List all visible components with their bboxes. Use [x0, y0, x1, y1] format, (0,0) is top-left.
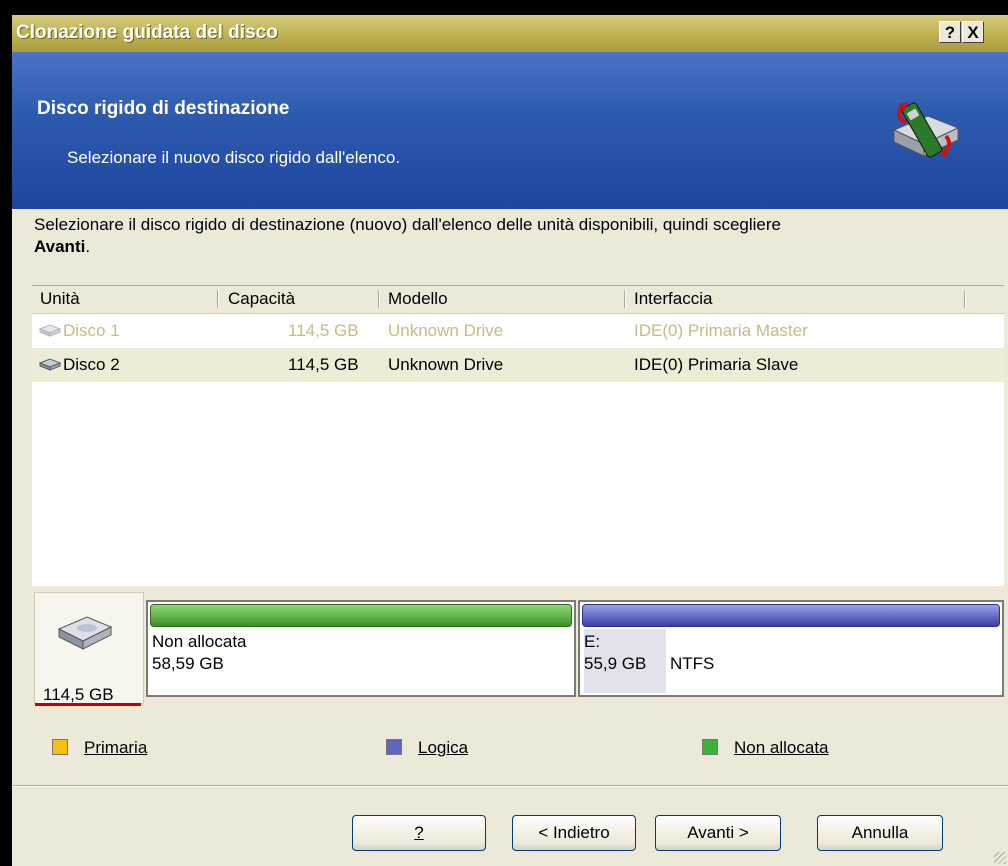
hard-disk-icon — [39, 358, 61, 371]
cell-interface: IDE(0) Primaria Slave — [634, 355, 799, 374]
resize-grip[interactable] — [994, 852, 1006, 864]
table-row-disco-2[interactable]: Disco 2 114,5 GB Unknown Drive IDE(0) Pr… — [32, 348, 1004, 382]
instruction-bold: Avanti — [34, 237, 86, 256]
disk-tile[interactable]: 114,5 GB — [34, 592, 144, 706]
cell-model: Unknown Drive — [388, 355, 504, 374]
table-row-disco-1[interactable]: Disco 1 114,5 GB Unknown Drive IDE(0) Pr… — [32, 314, 1004, 348]
cell-unit: Disco 1 — [63, 321, 120, 340]
close-button[interactable]: X — [962, 21, 984, 43]
help-button[interactable]: ? — [352, 815, 486, 851]
legend-logical: Logica — [386, 738, 468, 758]
next-button[interactable]: Avanti > — [655, 815, 781, 851]
column-header-capacity[interactable]: Capacità — [228, 289, 295, 309]
legend-swatch — [52, 739, 68, 755]
cancel-button[interactable]: Annulla — [817, 815, 943, 851]
column-separator[interactable] — [378, 290, 380, 308]
hard-disk-icon — [39, 324, 61, 337]
header-subtitle: Selezionare il nuovo disco rigido dall'e… — [67, 148, 401, 167]
legend-swatch — [702, 739, 718, 755]
column-separator[interactable] — [217, 290, 219, 308]
wizard-header: Disco rigido di destinazione Selezionare… — [12, 52, 1008, 209]
list-header: Unità Capacità Modello Interfaccia — [32, 286, 1004, 314]
partition-size: 55,9 GB — [584, 654, 647, 673]
legend-unallocated: Non allocata — [702, 738, 829, 758]
wizard-window: Clonazione guidata del disco ? X Disco r… — [12, 15, 1008, 866]
column-header-model[interactable]: Modello — [388, 289, 448, 309]
disk-selected-underline — [35, 703, 141, 706]
partition-label: Non allocata — [152, 632, 247, 651]
disk-clone-icon — [892, 102, 960, 158]
column-separator[interactable] — [624, 290, 626, 308]
cell-interface: IDE(0) Primaria Master — [634, 321, 808, 340]
disk-list[interactable]: Unità Capacità Modello Interfaccia Disco… — [32, 285, 1004, 586]
partition-fs: NTFS — [670, 654, 715, 673]
header-title: Disco rigido di destinazione — [37, 98, 290, 119]
partition-bar — [150, 604, 572, 627]
partition-e[interactable]: E: 55,9 GB NTFS — [578, 600, 1004, 697]
back-button[interactable]: < Indietro — [512, 815, 636, 851]
column-separator[interactable] — [964, 290, 966, 308]
title-bar[interactable]: Clonazione guidata del disco ? X — [12, 15, 1008, 52]
cell-capacity: 114,5 GB — [288, 321, 359, 340]
legend-swatch — [386, 739, 402, 755]
help-title-button[interactable]: ? — [939, 21, 961, 43]
partition-unallocated[interactable]: Non allocata 58,59 GB — [146, 600, 576, 697]
partition-label: E: — [584, 632, 601, 651]
cell-unit: Disco 2 — [63, 355, 120, 374]
partition-size: 58,59 GB — [152, 654, 224, 673]
window-title: Clonazione guidata del disco — [16, 22, 278, 43]
partition-bar — [582, 604, 1000, 627]
hard-disk-icon — [57, 616, 113, 650]
instruction-text: Selezionare il disco rigido di destinazi… — [34, 215, 781, 256]
cell-capacity: 114,5 GB — [288, 355, 359, 374]
column-header-unit[interactable]: Unità — [40, 289, 80, 309]
cell-model: Unknown Drive — [388, 321, 504, 340]
footer-separator — [12, 785, 1008, 787]
disk-size-label: 114,5 GB — [43, 685, 114, 704]
disk-map: 114,5 GB Non allocata 58,59 GB E: 55,9 G… — [32, 590, 1004, 706]
column-header-interface[interactable]: Interfaccia — [634, 289, 712, 309]
legend-primary: Primaria — [52, 738, 147, 758]
